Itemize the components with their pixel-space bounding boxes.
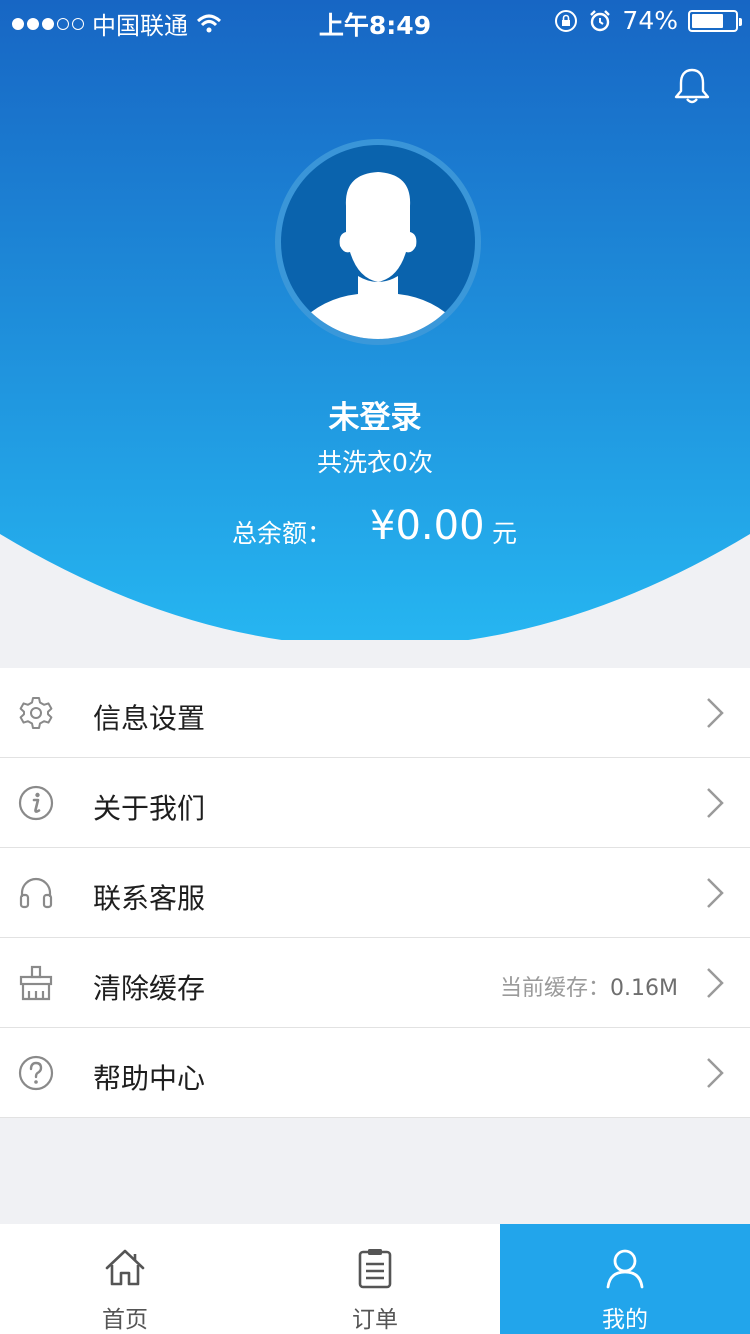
menu-item-info-settings[interactable]: 信息设置	[0, 668, 750, 758]
tab-label: 首页	[102, 1307, 148, 1333]
broom-icon	[19, 965, 53, 1001]
tab-label: 我的	[602, 1307, 648, 1333]
chevron-right-icon	[707, 788, 724, 818]
tab-bar: 首页 订单 我的	[0, 1224, 750, 1334]
info-icon	[18, 785, 54, 821]
balance-amount: ¥0.00	[370, 503, 485, 549]
home-icon	[105, 1249, 145, 1286]
tab-orders[interactable]: 订单	[250, 1224, 500, 1334]
settings-menu: 信息设置 关于我们 联系客服 清除缓存 当前缓存：0.16M 帮助中心	[0, 668, 750, 1118]
chevron-right-icon	[707, 878, 724, 908]
status-bar: 中国联通 上午8:49 74%	[0, 0, 750, 40]
avatar[interactable]	[272, 136, 484, 348]
rotation-lock-icon	[555, 9, 578, 32]
menu-item-label: 关于我们	[93, 792, 206, 825]
question-icon	[18, 1055, 54, 1091]
chevron-right-icon	[707, 698, 724, 728]
cache-size-label: 当前缓存：	[500, 976, 611, 1001]
tab-home[interactable]: 首页	[0, 1224, 250, 1334]
menu-item-clear-cache[interactable]: 清除缓存 当前缓存：0.16M	[0, 938, 750, 1028]
cache-size-value: 0.16M	[610, 976, 678, 1001]
alarm-icon	[590, 9, 611, 31]
menu-item-help-center[interactable]: 帮助中心	[0, 1028, 750, 1118]
wash-count: 共洗衣0次	[317, 448, 433, 477]
menu-item-label: 信息设置	[93, 702, 206, 735]
chevron-right-icon	[707, 968, 724, 998]
tab-label: 订单	[352, 1307, 398, 1333]
gear-icon	[19, 697, 53, 729]
balance-unit: 元	[492, 519, 518, 548]
chevron-right-icon	[707, 1058, 724, 1088]
user-name[interactable]: 未登录	[0, 392, 750, 437]
user-icon	[606, 1249, 644, 1289]
cache-size: 当前缓存：0.16M	[500, 970, 678, 1002]
menu-item-about-us[interactable]: 关于我们	[0, 758, 750, 848]
menu-item-label: 清除缓存	[93, 972, 206, 1005]
menu-item-label: 帮助中心	[93, 1062, 206, 1095]
tab-mine[interactable]: 我的	[500, 1224, 750, 1334]
battery-icon	[688, 9, 742, 32]
menu-item-label: 联系客服	[93, 882, 206, 915]
battery-percent: 74%	[622, 6, 678, 35]
bell-icon[interactable]	[672, 66, 712, 106]
profile-header: 中国联通 上午8:49 74% 未登录 共洗衣0次 总余额： ¥0.00 元	[0, 0, 750, 640]
clipboard-icon	[358, 1249, 392, 1289]
balance-label: 总余额：	[232, 519, 333, 548]
battery-level-fill	[692, 13, 724, 28]
headphones-icon	[19, 877, 53, 909]
menu-item-contact-support[interactable]: 联系客服	[0, 848, 750, 938]
